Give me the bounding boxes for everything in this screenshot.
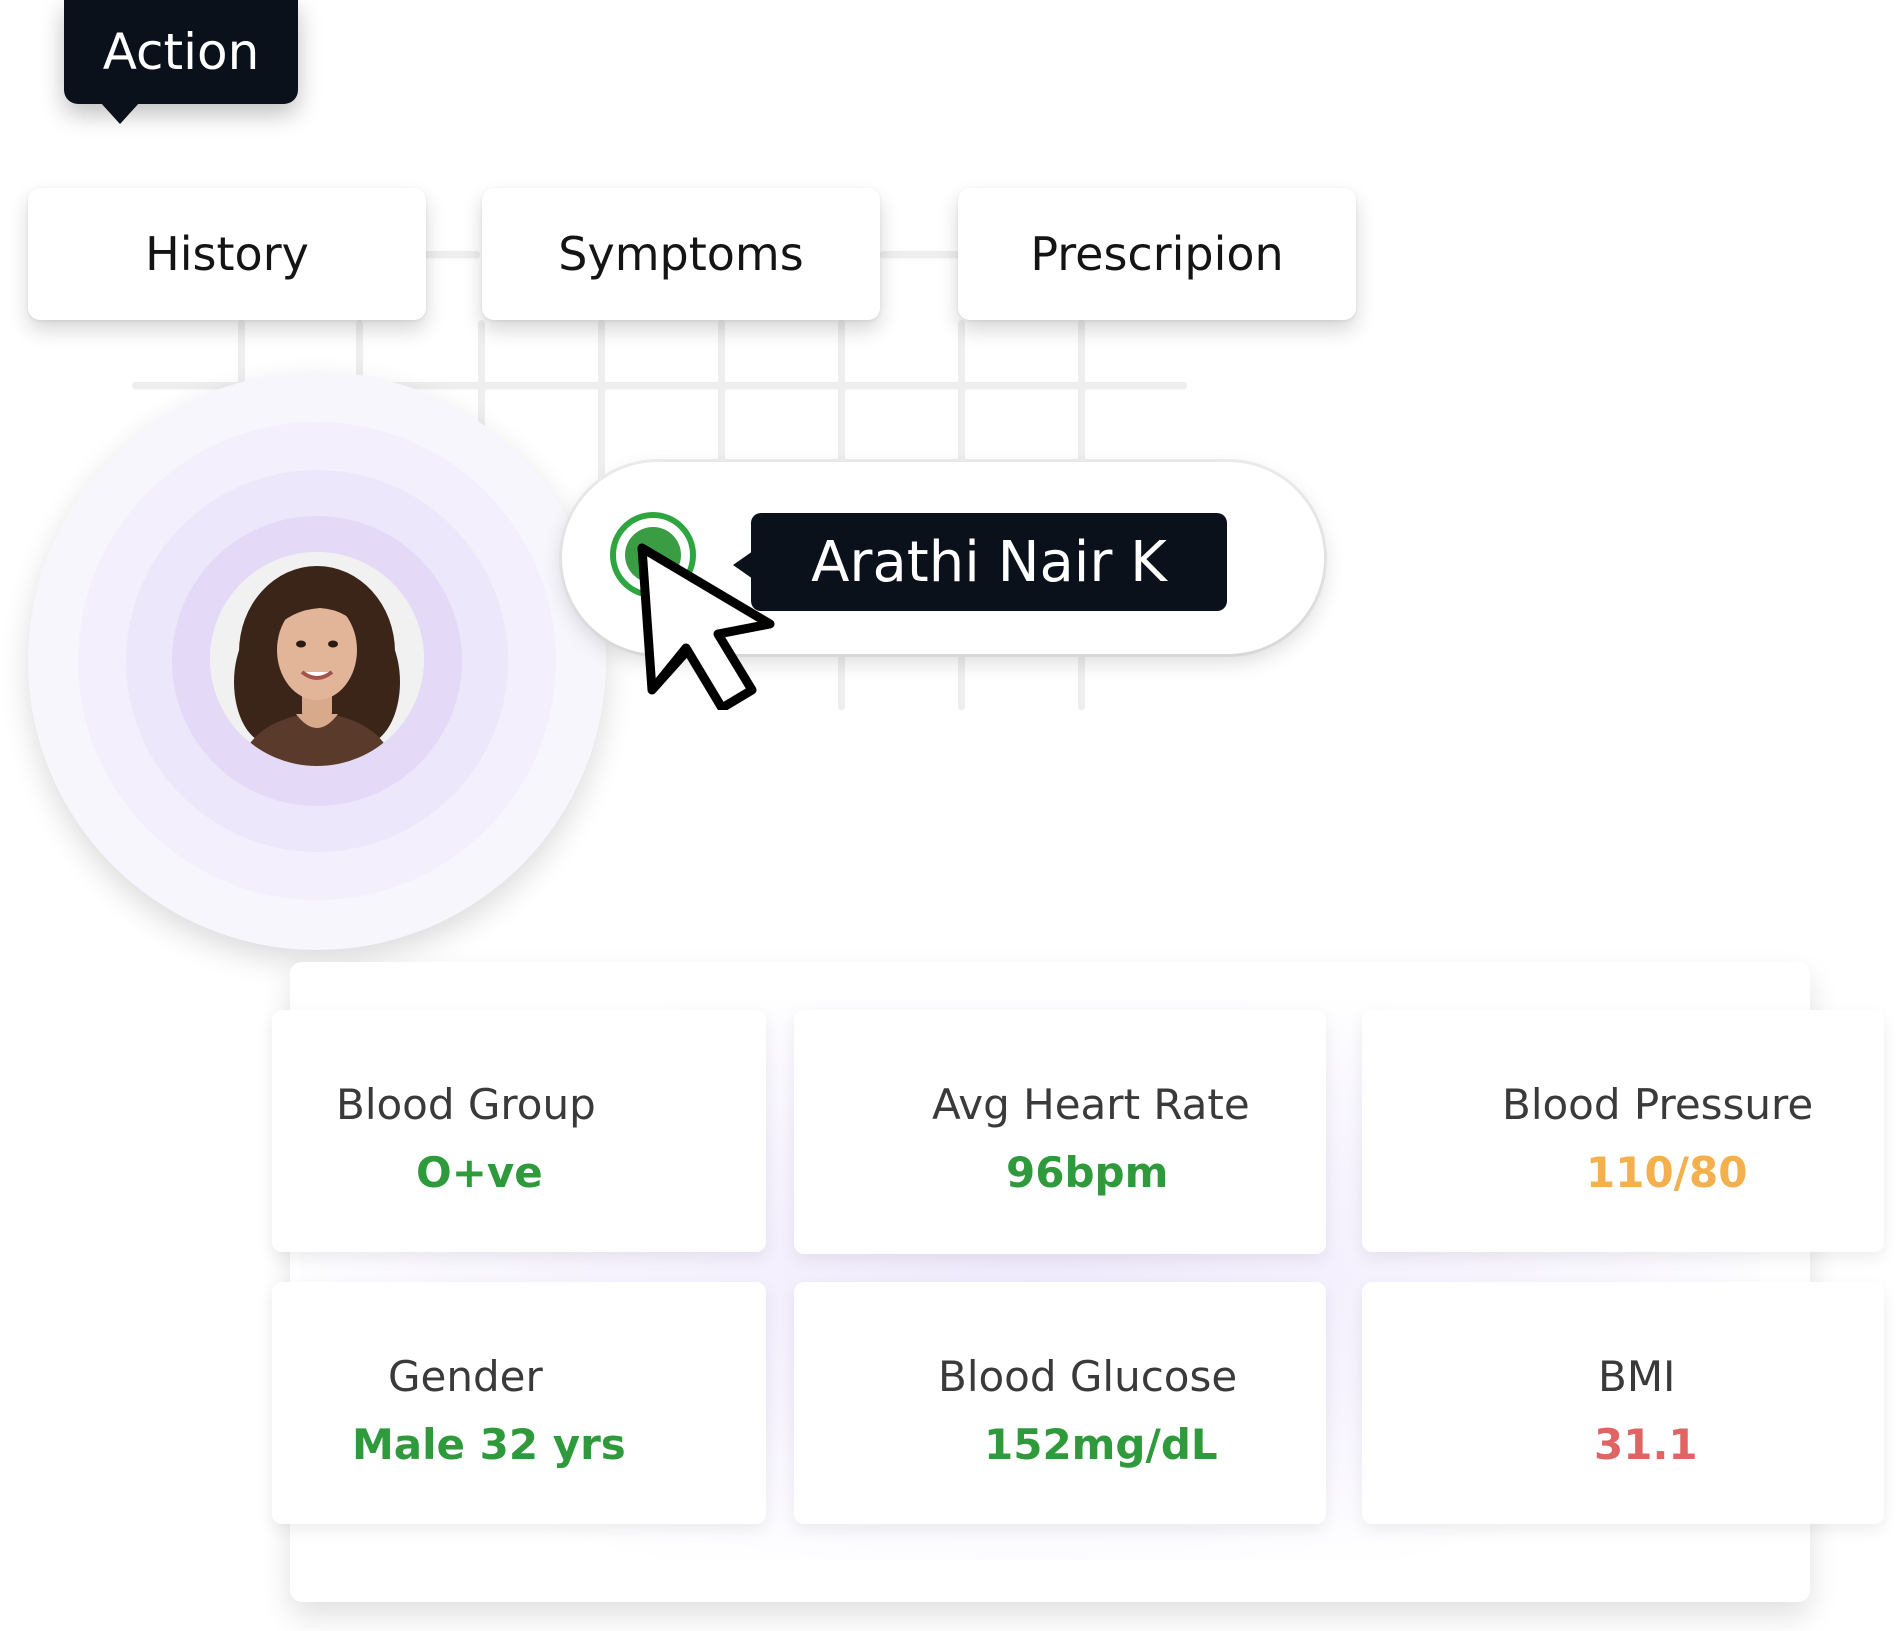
vital-bmi: BMI 31.1 xyxy=(1362,1282,1884,1524)
tab-symptoms[interactable]: Symptoms xyxy=(482,188,880,320)
action-tooltip: Action xyxy=(64,0,298,124)
tab-label: Prescripion xyxy=(1030,227,1284,281)
vital-value: 110/80 xyxy=(1586,1148,1748,1197)
vital-label: Blood Group xyxy=(336,1080,596,1129)
vital-label: BMI xyxy=(1598,1352,1676,1401)
connector-line xyxy=(598,320,605,500)
action-label: Action xyxy=(102,23,260,81)
vital-gender: Gender Male 32 yrs xyxy=(272,1282,766,1524)
tab-label: History xyxy=(145,227,309,281)
vital-avg-heart-rate: Avg Heart Rate 96bpm xyxy=(794,1010,1326,1254)
vital-blood-glucose: Blood Glucose 152mg/dL xyxy=(794,1282,1326,1524)
vital-label: Avg Heart Rate xyxy=(932,1080,1250,1129)
vital-value: 152mg/dL xyxy=(984,1420,1218,1469)
patient-name: Arathi Nair K xyxy=(811,529,1167,595)
vital-label: Blood Glucose xyxy=(938,1352,1238,1401)
tab-label: Symptoms xyxy=(558,227,804,281)
patient-avatar[interactable] xyxy=(210,552,424,766)
patient-photo xyxy=(210,552,424,766)
connector-line xyxy=(880,251,960,258)
vital-value: Male 32 yrs xyxy=(352,1420,626,1469)
vital-value: 96bpm xyxy=(1006,1148,1169,1197)
vital-label: Gender xyxy=(388,1352,543,1401)
tab-history[interactable]: History xyxy=(28,188,426,320)
mouse-cursor-icon xyxy=(637,543,775,710)
vital-blood-group: Blood Group O+ve xyxy=(272,1010,766,1252)
vital-label: Blood Pressure xyxy=(1502,1080,1814,1129)
tab-prescription[interactable]: Prescripion xyxy=(958,188,1356,320)
vital-value: 31.1 xyxy=(1594,1420,1698,1469)
vital-blood-pressure: Blood Pressure 110/80 xyxy=(1362,1010,1884,1252)
patient-name-tag: Arathi Nair K xyxy=(733,513,1227,611)
vital-value: O+ve xyxy=(416,1148,543,1197)
connector-line xyxy=(420,251,480,258)
